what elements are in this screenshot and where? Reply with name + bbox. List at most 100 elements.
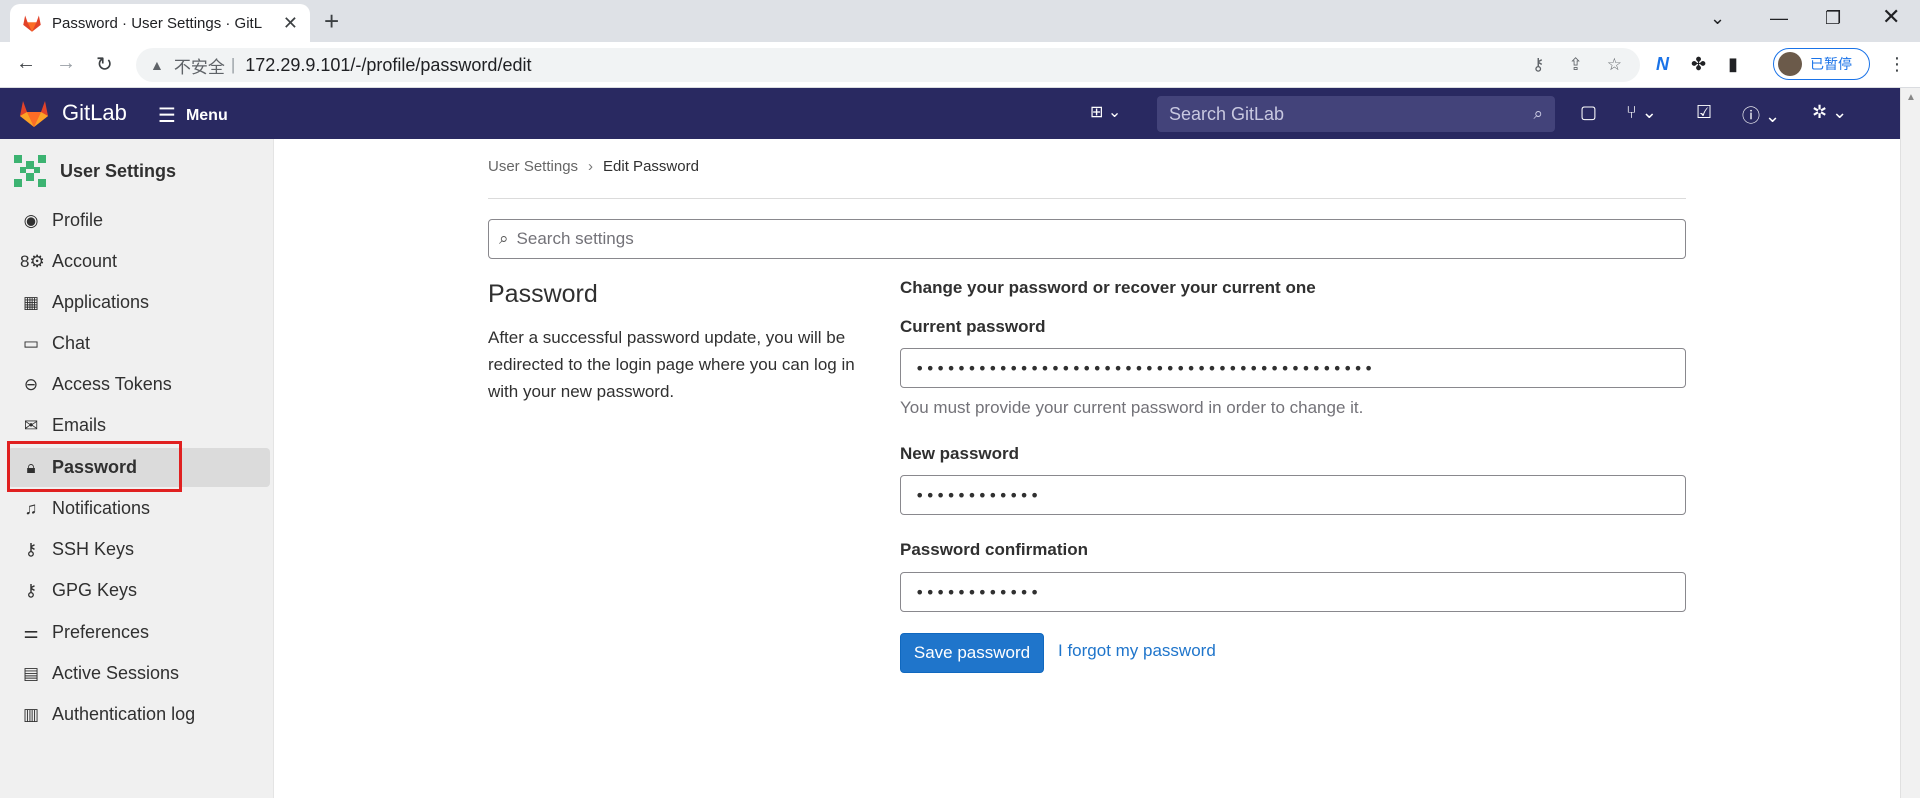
- mail-icon: ✉: [23, 415, 39, 435]
- password-confirmation-field[interactable]: [900, 572, 1686, 612]
- tab-search-icon[interactable]: ⌄: [1710, 8, 1725, 29]
- sidebar-item-access-tokens[interactable]: ⊖ Access Tokens: [8, 365, 270, 404]
- warning-icon[interactable]: ▲: [150, 57, 164, 73]
- close-window-icon[interactable]: ✕: [1882, 4, 1900, 30]
- preferences-icon: ⚌: [23, 622, 39, 642]
- current-password-label: Current password: [900, 317, 1046, 336]
- current-password-field[interactable]: [900, 348, 1686, 388]
- new-password-field[interactable]: [900, 475, 1686, 515]
- form-lead: Change your password or recover your cur…: [900, 278, 1316, 297]
- section-description: After a successful password update, you …: [488, 328, 855, 401]
- current-password-help: You must provide your current password i…: [900, 398, 1364, 417]
- url-text[interactable]: 172.29.9.101/-/profile/password/edit: [245, 55, 531, 76]
- sidebar-item-ssh-keys[interactable]: ⚷ SSH Keys: [8, 530, 270, 569]
- sidebar-item-account[interactable]: 8⚙ Account: [8, 242, 270, 281]
- password-confirmation-label: Password confirmation: [900, 540, 1088, 559]
- sidebar-item-emails[interactable]: ✉ Emails: [8, 406, 270, 445]
- user-avatar-icon: [10, 151, 50, 191]
- new-password-label: New password: [900, 444, 1020, 463]
- gitlab-brand: GitLab: [62, 100, 127, 125]
- close-tab-icon[interactable]: ✕: [283, 14, 298, 32]
- sidebar-item-authentication-log[interactable]: ▥ Authentication log: [8, 695, 270, 734]
- sidebar-item-label: Emails: [52, 415, 107, 435]
- menu-label: Menu: [185, 106, 228, 124]
- address-bar-row: ← → ↻ ▲ 不安全 | 172.29.9.101/-/profile/pas…: [0, 42, 1920, 88]
- monitor-icon: ▤: [22, 663, 40, 683]
- gitlab-home-link[interactable]: GitLab: [18, 98, 127, 128]
- omnibox[interactable]: ▲ 不安全 | 172.29.9.101/-/profile/password/…: [136, 48, 1640, 82]
- sidebar-title: User Settings: [60, 160, 177, 181]
- insecure-label: 不安全: [173, 57, 225, 77]
- browser-tab[interactable]: Password · User Settings · GitL ✕: [10, 4, 310, 42]
- url-separator: |: [230, 55, 236, 74]
- back-icon[interactable]: ←: [16, 52, 36, 75]
- hamburger-icon: ☰: [158, 105, 176, 127]
- key-icon[interactable]: ⚷: [1532, 55, 1544, 75]
- gitlab-search-input[interactable]: [1169, 103, 1534, 125]
- todos-icon[interactable]: ☑: [1696, 102, 1712, 123]
- sidebar-item-chat[interactable]: ▭ Chat: [8, 324, 270, 363]
- browser-menu-icon[interactable]: ⋮: [1888, 54, 1906, 75]
- settings-search-input[interactable]: [516, 229, 1685, 249]
- profile-status: 已暂停: [1810, 56, 1852, 72]
- sidebar-item-profile[interactable]: ◉ Profile: [8, 201, 270, 240]
- profile-button[interactable]: 已暂停: [1773, 48, 1870, 80]
- sidebar-item-label: Preferences: [52, 622, 150, 642]
- extension-n-icon[interactable]: N: [1656, 54, 1669, 75]
- sidebar-item-label: Access Tokens: [52, 374, 172, 394]
- sidebar-item-preferences[interactable]: ⚌ Preferences: [8, 613, 270, 652]
- password-form: Change your password or recover your cur…: [900, 278, 1686, 673]
- menu-button[interactable]: ☰ Menu: [158, 103, 228, 128]
- browser-tab-bar: Password · User Settings · GitL ✕ + ⌄ — …: [0, 0, 1920, 42]
- minimize-icon[interactable]: —: [1770, 8, 1788, 29]
- chat-icon: ▭: [22, 333, 40, 353]
- forward-icon[interactable]: →: [56, 52, 76, 75]
- sidebar-item-active-sessions[interactable]: ▤ Active Sessions: [8, 654, 270, 693]
- avatar: [1778, 52, 1802, 76]
- new-dropdown-icon[interactable]: ⊞ ⌄: [1090, 102, 1121, 122]
- chevron-right-icon: ›: [588, 158, 594, 175]
- sidebar-item-label: Chat: [52, 333, 91, 353]
- gitlab-logo-icon: [20, 101, 48, 127]
- sidebar-item-applications[interactable]: ▦ Applications: [8, 283, 270, 322]
- breadcrumb-parent[interactable]: User Settings: [488, 158, 578, 175]
- gitlab-search[interactable]: ⌕: [1157, 96, 1555, 132]
- gitlab-favicon-icon: [23, 15, 41, 32]
- log-icon: ▥: [22, 704, 40, 724]
- sidebar-item-gpg-keys[interactable]: ⚷ GPG Keys: [8, 571, 270, 610]
- search-icon: ⌕: [499, 229, 509, 248]
- restore-icon[interactable]: ❐: [1825, 8, 1841, 29]
- share-icon[interactable]: ⇪: [1569, 55, 1583, 75]
- sidebar-item-label: Account: [52, 251, 118, 271]
- applications-icon: ▦: [22, 292, 40, 312]
- sidebar-item-label: Active Sessions: [52, 663, 180, 683]
- new-tab-icon[interactable]: +: [324, 8, 339, 34]
- settings-search[interactable]: ⌕: [488, 219, 1686, 259]
- sidebar-item-notifications[interactable]: ♫ Notifications: [8, 489, 270, 528]
- extensions-puzzle-icon[interactable]: ✤: [1691, 54, 1706, 75]
- token-icon: ⊖: [23, 374, 39, 394]
- help-icon[interactable]: ⓘ ⌄: [1742, 102, 1780, 128]
- save-password-button[interactable]: Save password: [900, 633, 1044, 673]
- sidebar-item-label: Notifications: [52, 498, 151, 518]
- page-title: Password: [488, 280, 598, 308]
- sidebar-item-label: GPG Keys: [52, 580, 138, 600]
- forgot-password-link[interactable]: I forgot my password: [1058, 641, 1216, 661]
- sidebar-item-label: Applications: [52, 292, 150, 312]
- issues-icon[interactable]: ▢: [1580, 102, 1597, 123]
- divider: [488, 198, 1686, 199]
- side-panel-icon[interactable]: ▮: [1728, 54, 1738, 75]
- merge-requests-icon[interactable]: ⑂ ⌄: [1626, 102, 1657, 123]
- gitlab-top-nav: GitLab ☰ Menu ⊞ ⌄ ⌕ ▢ ⑂ ⌄ ☑ ⓘ ⌄ ✲ ⌄: [0, 88, 1900, 139]
- tab-title: Password · User Settings · GitL: [52, 14, 263, 32]
- reload-icon[interactable]: ↻: [96, 52, 113, 77]
- sidebar-header[interactable]: User Settings: [10, 151, 176, 191]
- bookmark-star-icon[interactable]: ☆: [1607, 55, 1622, 75]
- key-icon: ⚷: [24, 580, 38, 600]
- profile-icon: ◉: [23, 210, 39, 230]
- user-avatar-icon[interactable]: ✲ ⌄: [1812, 102, 1847, 123]
- breadcrumb-current[interactable]: Edit Password: [603, 158, 699, 175]
- page-scrollbar[interactable]: ▲: [1900, 88, 1920, 798]
- sidebar-item-label: Profile: [52, 210, 104, 230]
- search-icon: ⌕: [1533, 104, 1543, 123]
